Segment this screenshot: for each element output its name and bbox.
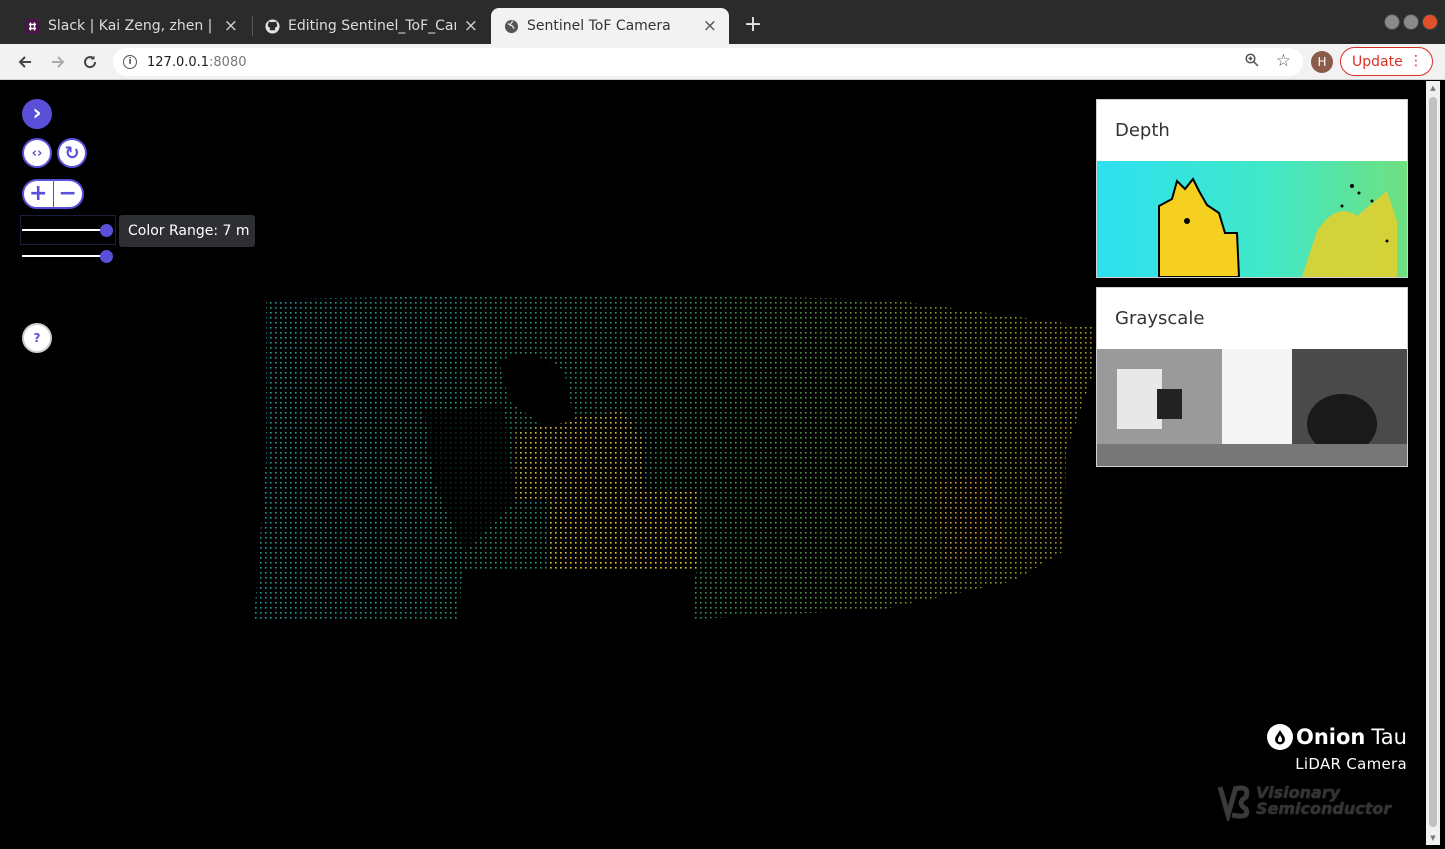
grayscale-panel-title: Grayscale bbox=[1115, 308, 1205, 329]
brand-name: Onion bbox=[1296, 725, 1366, 749]
info-icon[interactable]: i bbox=[123, 55, 137, 69]
back-icon[interactable] bbox=[12, 49, 38, 75]
help-icon: ? bbox=[33, 331, 41, 345]
company-name: Visionary Semiconductor bbox=[1256, 783, 1392, 818]
product-subtitle: LiDAR Camera bbox=[1295, 755, 1407, 773]
color-range-tooltip: Color Range: 7 m bbox=[119, 215, 255, 247]
close-window-icon[interactable] bbox=[1422, 14, 1438, 30]
url-text: 127.0.0.1:8080 bbox=[147, 54, 247, 70]
close-tab-icon[interactable]: × bbox=[224, 16, 238, 36]
globe-icon bbox=[503, 18, 519, 34]
tab-github[interactable]: Editing Sentinel_ToF_Cam × bbox=[252, 8, 490, 44]
color-range-slider[interactable] bbox=[22, 224, 113, 237]
forward-icon[interactable] bbox=[45, 49, 71, 75]
view-code-button[interactable]: ‹› bbox=[22, 138, 52, 168]
scroll-up-icon[interactable]: ▲ bbox=[1429, 84, 1437, 92]
update-label: Update bbox=[1352, 53, 1403, 70]
depth-panel: Depth bbox=[1096, 99, 1408, 278]
reload-icon[interactable] bbox=[77, 49, 103, 75]
tab-sentinel[interactable]: Sentinel ToF Camera × bbox=[491, 8, 729, 44]
code-icon: ‹› bbox=[31, 145, 43, 161]
close-tab-icon[interactable]: × bbox=[464, 16, 478, 36]
vertical-scrollbar[interactable]: ▲ ▼ bbox=[1426, 81, 1440, 845]
profile-avatar[interactable]: H bbox=[1311, 51, 1333, 73]
slack-icon bbox=[24, 18, 40, 34]
github-icon bbox=[264, 18, 280, 34]
update-button[interactable]: Update ⋮ bbox=[1340, 47, 1433, 76]
zoom-in-button[interactable]: + bbox=[24, 181, 53, 207]
tab-strip: Slack | Kai Zeng, zhen | Vis × Editing S… bbox=[0, 0, 1445, 44]
product-name: Tau bbox=[1371, 725, 1407, 749]
grayscale-panel: Grayscale bbox=[1096, 287, 1408, 467]
tab-slack[interactable]: Slack | Kai Zeng, zhen | Vis × bbox=[12, 8, 250, 44]
vs-emblem-icon bbox=[1217, 785, 1250, 825]
tab-title: Slack | Kai Zeng, zhen | Vis bbox=[48, 18, 216, 34]
tab-title: Sentinel ToF Camera bbox=[527, 18, 671, 34]
scroll-down-icon[interactable]: ▼ bbox=[1429, 834, 1437, 842]
maximize-icon[interactable] bbox=[1403, 14, 1419, 30]
depth-image bbox=[1097, 161, 1407, 277]
zoom-controls: + − bbox=[22, 179, 84, 209]
slider-knob[interactable] bbox=[100, 224, 113, 237]
address-bar[interactable]: i 127.0.0.1:8080 ☆ bbox=[113, 48, 1303, 76]
grayscale-image-graphic bbox=[1097, 349, 1407, 466]
tab-title: Editing Sentinel_ToF_Cam bbox=[288, 18, 456, 34]
logo-row: Onion Tau bbox=[1267, 721, 1407, 753]
zoom-out-button[interactable]: − bbox=[54, 181, 83, 207]
minimize-icon[interactable] bbox=[1384, 14, 1400, 30]
slider-track bbox=[22, 255, 106, 257]
slider-track bbox=[22, 229, 106, 231]
grayscale-image bbox=[1097, 349, 1407, 466]
depth-image-graphic bbox=[1097, 161, 1407, 277]
depth-panel-title: Depth bbox=[1115, 120, 1170, 141]
point-cloud-points bbox=[254, 294, 1094, 621]
slider-knob[interactable] bbox=[100, 250, 113, 263]
visionary-semiconductor-logo: Visionary Semiconductor bbox=[1216, 781, 1416, 825]
help-button[interactable]: ? bbox=[22, 323, 52, 353]
scrollbar-thumb[interactable] bbox=[1429, 97, 1437, 827]
reset-view-button[interactable]: ↻ bbox=[57, 138, 87, 168]
close-tab-icon[interactable]: × bbox=[703, 16, 717, 36]
bookmark-star-icon[interactable]: ☆ bbox=[1276, 51, 1291, 71]
zoom-icon[interactable] bbox=[1245, 53, 1259, 71]
toggle-panel-button[interactable]: › bbox=[22, 99, 52, 129]
point-size-slider[interactable] bbox=[22, 250, 113, 263]
onion-tau-logo: Onion Tau LiDAR Camera bbox=[1267, 721, 1407, 773]
point-cloud-viewport[interactable]: › ‹› ↻ + − Color Range: 7 m ? Depth Gray… bbox=[4, 81, 1441, 845]
refresh-icon: ↻ bbox=[64, 142, 80, 164]
browser-toolbar: i 127.0.0.1:8080 ☆ H Update ⋮ bbox=[0, 44, 1445, 80]
new-tab-button[interactable]: + bbox=[740, 12, 766, 38]
menu-dots-icon[interactable]: ⋮ bbox=[1409, 52, 1423, 70]
onion-drop-icon bbox=[1267, 724, 1293, 750]
chevron-right-icon: › bbox=[32, 101, 42, 126]
